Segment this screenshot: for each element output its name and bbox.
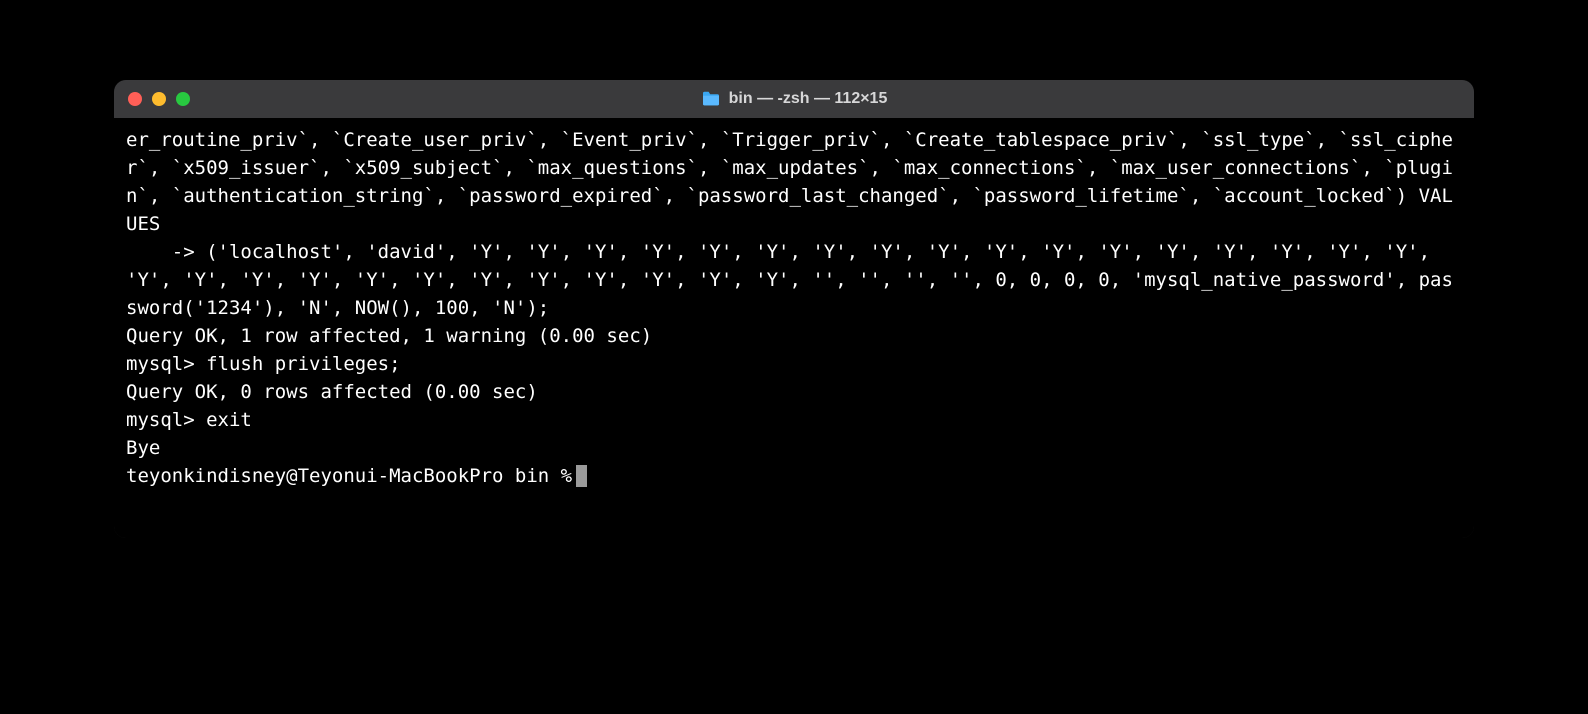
- terminal-output-line: mysql> flush privileges;: [126, 350, 1462, 378]
- maximize-icon[interactable]: [176, 92, 190, 106]
- traffic-lights: [128, 92, 190, 106]
- folder-icon: [701, 91, 721, 107]
- terminal-output-line: mysql> exit: [126, 406, 1462, 434]
- minimize-icon[interactable]: [152, 92, 166, 106]
- terminal-window: bin — -zsh — 112×15 er_routine_priv`, `C…: [114, 80, 1474, 538]
- terminal-output-line: er_routine_priv`, `Create_user_priv`, `E…: [126, 126, 1462, 238]
- window-title: bin — -zsh — 112×15: [729, 90, 888, 108]
- terminal-output-line: Bye: [126, 434, 1462, 462]
- terminal-output-line: -> ('localhost', 'david', 'Y', 'Y', 'Y',…: [126, 238, 1462, 322]
- window-title-wrap: bin — -zsh — 112×15: [114, 90, 1474, 108]
- cursor-icon: [576, 465, 587, 487]
- terminal-prompt-line[interactable]: teyonkindisney@Teyonui-MacBookPro bin %: [126, 462, 1462, 490]
- close-icon[interactable]: [128, 92, 142, 106]
- terminal-output-line: Query OK, 1 row affected, 1 warning (0.0…: [126, 322, 1462, 350]
- terminal-output-line: Query OK, 0 rows affected (0.00 sec): [126, 378, 1462, 406]
- titlebar[interactable]: bin — -zsh — 112×15: [114, 80, 1474, 118]
- terminal-body[interactable]: er_routine_priv`, `Create_user_priv`, `E…: [114, 118, 1474, 538]
- shell-prompt: teyonkindisney@Teyonui-MacBookPro bin %: [126, 462, 572, 490]
